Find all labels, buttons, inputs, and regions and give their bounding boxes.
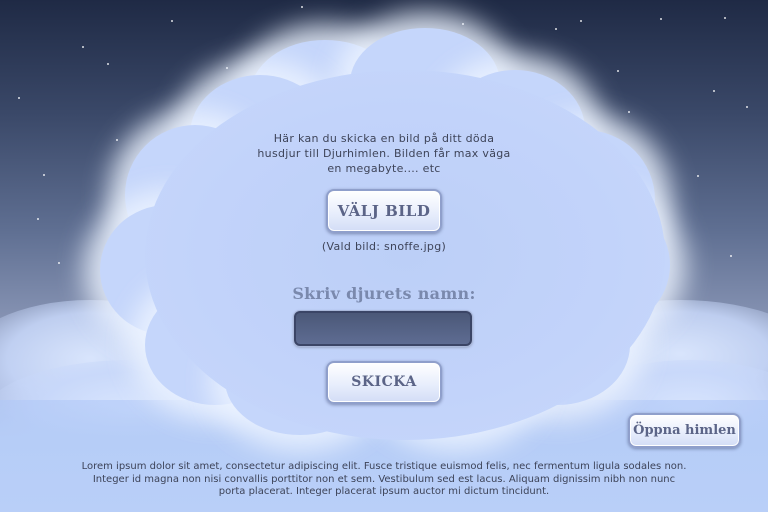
pet-name-label: Skriv djurets namn:	[292, 284, 476, 303]
pet-name-input[interactable]	[294, 311, 472, 346]
footer-text: Lorem ipsum dolor sit amet, consectetur …	[81, 461, 687, 497]
selected-file-text: (Vald bild: snoffe.jpg)	[321, 240, 447, 253]
intro-text: Här kan du skicka en bild på ditt döda h…	[257, 132, 511, 175]
choose-image-button[interactable]: VÄLJ BILD	[326, 189, 442, 233]
open-heaven-button[interactable]: Öppna himlen	[628, 413, 741, 448]
send-button[interactable]: SKICKA	[326, 361, 442, 404]
